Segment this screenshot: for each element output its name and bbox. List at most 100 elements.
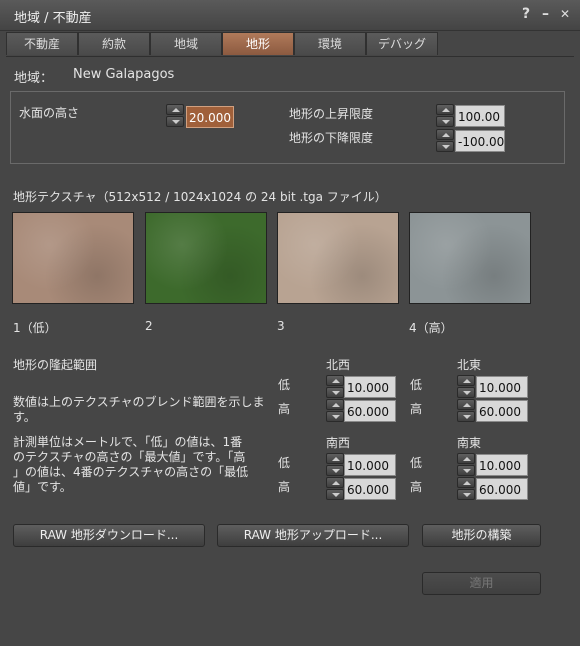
down-arrow-icon xyxy=(332,469,340,473)
down-arrow-icon xyxy=(332,493,340,497)
sw-high-input[interactable]: 60.000 xyxy=(344,478,396,500)
ne-high-input[interactable]: 60.000 xyxy=(476,400,528,422)
decrement-button[interactable] xyxy=(457,387,475,398)
se-high-stepper[interactable] xyxy=(457,477,475,501)
up-arrow-icon xyxy=(463,481,471,485)
nw-high-input[interactable]: 60.000 xyxy=(344,400,396,422)
high-label: 高 xyxy=(278,480,291,494)
se-high-input[interactable]: 60.000 xyxy=(476,478,528,500)
elevation-heading: 地形の隆起範囲 xyxy=(13,358,98,372)
decrement-button[interactable] xyxy=(326,465,344,476)
increment-button[interactable] xyxy=(457,477,475,488)
increment-button[interactable] xyxy=(326,453,344,464)
minimize-icon[interactable]: – xyxy=(542,6,549,22)
water-height-label: 水面の高さ xyxy=(19,106,80,120)
increment-button[interactable] xyxy=(457,453,475,464)
terrain-lower-stepper[interactable] xyxy=(436,129,454,153)
nw-high-stepper[interactable] xyxy=(326,399,344,423)
up-arrow-icon xyxy=(442,108,450,112)
low-label: 低 xyxy=(410,378,423,392)
close-icon[interactable]: ✕ xyxy=(560,7,570,21)
up-arrow-icon xyxy=(332,457,340,461)
down-arrow-icon xyxy=(463,391,471,395)
decrement-button[interactable] xyxy=(166,116,184,127)
decrement-button[interactable] xyxy=(457,489,475,500)
increment-button[interactable] xyxy=(326,399,344,410)
decrement-button[interactable] xyxy=(436,116,454,127)
decrement-button[interactable] xyxy=(457,465,475,476)
download-raw-button[interactable]: RAW 地形ダウンロード... xyxy=(13,524,205,547)
texture-swatch-1[interactable] xyxy=(12,212,134,304)
texture-label-2: 2 xyxy=(145,319,153,333)
up-arrow-icon xyxy=(463,457,471,461)
decrement-button[interactable] xyxy=(457,411,475,422)
nw-low-stepper[interactable] xyxy=(326,375,344,399)
se-low-stepper[interactable] xyxy=(457,453,475,477)
corner-nw-label: 北西 xyxy=(326,358,351,372)
up-arrow-icon xyxy=(332,403,340,407)
texture-label-4: 4（高） xyxy=(409,321,453,335)
corner-ne-label: 北東 xyxy=(457,358,482,372)
up-arrow-icon xyxy=(332,481,340,485)
title-bar: 地域 / 不動産 ? – ✕ xyxy=(0,0,580,31)
ne-low-input[interactable]: 10.000 xyxy=(476,376,528,398)
water-height-input[interactable]: 20.000 xyxy=(186,106,234,128)
increment-button[interactable] xyxy=(326,375,344,386)
increment-button[interactable] xyxy=(166,104,184,115)
texture-label-3: 3 xyxy=(277,319,285,333)
water-height-stepper[interactable] xyxy=(166,104,184,128)
decrement-button[interactable] xyxy=(326,411,344,422)
apply-button[interactable]: 適用 xyxy=(422,572,541,595)
terrain-lower-input[interactable]: -100.00 xyxy=(455,130,505,152)
down-arrow-icon xyxy=(463,493,471,497)
texture-swatch-4[interactable] xyxy=(409,212,531,304)
texture-heading: 地形テクスチャ（512x512 / 1024x1024 の 24 bit .tg… xyxy=(13,190,387,204)
terrain-raise-label: 地形の上昇限度 xyxy=(289,107,374,121)
increment-button[interactable] xyxy=(457,399,475,410)
up-arrow-icon xyxy=(172,108,180,112)
high-label: 高 xyxy=(410,480,423,494)
terrain-raise-input[interactable]: 100.00 xyxy=(455,105,505,127)
decrement-button[interactable] xyxy=(436,141,454,152)
sw-high-stepper[interactable] xyxy=(326,477,344,501)
down-arrow-icon xyxy=(463,415,471,419)
decrement-button[interactable] xyxy=(326,387,344,398)
tab-covenant[interactable]: 約款 xyxy=(78,32,150,55)
down-arrow-icon xyxy=(332,415,340,419)
down-arrow-icon xyxy=(442,145,450,149)
ne-high-stepper[interactable] xyxy=(457,399,475,423)
help-icon[interactable]: ? xyxy=(522,6,530,22)
low-label: 低 xyxy=(278,456,291,470)
texture-swatch-2[interactable] xyxy=(145,212,267,304)
high-label: 高 xyxy=(278,402,291,416)
se-low-input[interactable]: 10.000 xyxy=(476,454,528,476)
low-label: 低 xyxy=(278,378,291,392)
increment-button[interactable] xyxy=(326,477,344,488)
corner-sw-label: 南西 xyxy=(326,436,351,450)
tab-divider xyxy=(6,56,574,57)
increment-button[interactable] xyxy=(436,104,454,115)
increment-button[interactable] xyxy=(457,375,475,386)
up-arrow-icon xyxy=(463,379,471,383)
region-name: New Galapagos xyxy=(73,67,175,82)
texture-swatch-3[interactable] xyxy=(277,212,399,304)
up-arrow-icon xyxy=(332,379,340,383)
tab-region[interactable]: 地域 xyxy=(150,32,222,55)
tab-terrain[interactable]: 地形 xyxy=(222,32,294,55)
high-label: 高 xyxy=(410,402,423,416)
tab-debug[interactable]: デバッグ xyxy=(366,32,438,55)
increment-button[interactable] xyxy=(436,129,454,140)
sw-low-stepper[interactable] xyxy=(326,453,344,477)
nw-low-input[interactable]: 10.000 xyxy=(344,376,396,398)
decrement-button[interactable] xyxy=(326,489,344,500)
corner-se-label: 南東 xyxy=(457,436,482,450)
ne-low-stepper[interactable] xyxy=(457,375,475,399)
elevation-desc-line: す。 xyxy=(13,410,36,424)
sw-low-input[interactable]: 10.000 xyxy=(344,454,396,476)
down-arrow-icon xyxy=(463,469,471,473)
tab-environment[interactable]: 環境 xyxy=(294,32,366,55)
terrain-raise-stepper[interactable] xyxy=(436,104,454,128)
upload-raw-button[interactable]: RAW 地形アップロード... xyxy=(217,524,409,547)
tab-estate[interactable]: 不動産 xyxy=(6,32,78,55)
bake-terrain-button[interactable]: 地形の構築 xyxy=(422,524,541,547)
